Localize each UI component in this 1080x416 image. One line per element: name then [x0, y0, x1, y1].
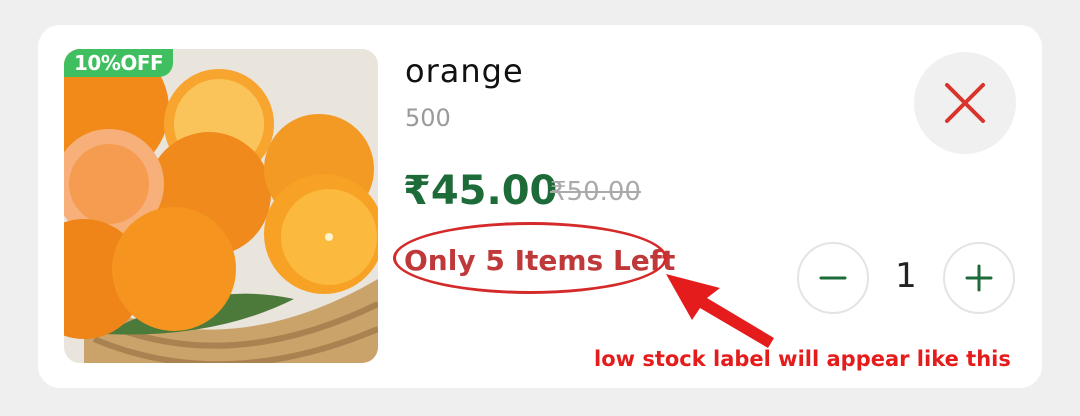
quantity-value: 1: [895, 256, 917, 296]
annotation-text: low stock label will appear like this: [594, 347, 1011, 371]
plus-icon: [965, 264, 993, 292]
discount-badge: 10%OFF: [64, 49, 174, 77]
product-mrp: ₹50.00: [550, 177, 641, 207]
annotation-arrow: [666, 274, 774, 348]
increase-quantity-button[interactable]: [943, 242, 1015, 314]
close-icon: [945, 83, 985, 123]
remove-item-button[interactable]: [914, 52, 1016, 154]
product-price: ₹45.00: [403, 168, 558, 214]
decrease-quantity-button[interactable]: [797, 242, 869, 314]
annotation-circle: [393, 222, 667, 294]
product-image: [64, 49, 378, 363]
minus-icon: [819, 276, 847, 280]
product-name: orange: [405, 52, 524, 90]
product-weight: 500: [405, 104, 451, 132]
